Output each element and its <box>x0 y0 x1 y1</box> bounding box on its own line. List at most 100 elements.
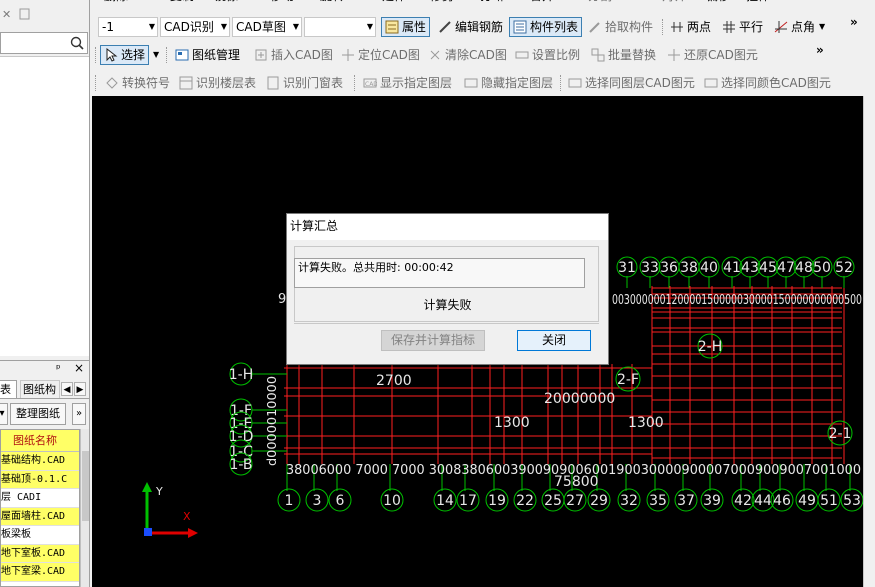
search-icon[interactable] <box>69 35 85 51</box>
drawing-management-label: 图纸管理 <box>192 48 241 62</box>
edit-command-button[interactable]: 修剪 <box>430 0 454 3</box>
parallel-button[interactable]: 平行 <box>722 17 763 37</box>
close-icon[interactable]: ✕ <box>2 8 11 21</box>
locate-cad-button[interactable]: 定位CAD图 <box>341 45 420 65</box>
edit-command-button[interactable]: 偏移 <box>706 0 730 3</box>
expand-icon[interactable]: » <box>72 403 86 425</box>
tab-scroll-right-icon[interactable]: ▶ <box>74 382 86 396</box>
edit-command-button[interactable]: 拉伸 <box>746 0 770 3</box>
show-layer-button[interactable]: CAD 显示指定图层 <box>363 73 452 93</box>
ucs-y-label: Y <box>155 485 163 498</box>
draft-combo[interactable]: CAD草图 ▼ <box>232 17 302 37</box>
drawing-list: 图纸名称 基础结构.CAD 基础顶-0.1.C 层 CADI 屋面墙柱.CAD 板梁板地… <box>0 429 80 587</box>
drawing-list-header[interactable]: 图纸名称 <box>1 430 79 452</box>
edit-command-button[interactable]: 旋转 <box>320 0 344 3</box>
toolbar-row-identify: 转换符号 识别楼层表 识别门窗表 CAD 显示指定图层 隐藏指定图层 选择同图层… <box>92 70 875 96</box>
floor-combo[interactable]: -1 ▼ <box>98 17 158 37</box>
toolbar-separator <box>560 75 561 91</box>
edit-command-button[interactable]: 打断 <box>480 0 504 3</box>
list-item[interactable]: 层 CADI <box>1 489 79 508</box>
more-tools-icon[interactable]: » <box>816 43 824 57</box>
component-combo[interactable]: ▼ <box>304 17 376 37</box>
copy-icon[interactable] <box>19 8 30 20</box>
component-search-input[interactable] <box>0 32 88 54</box>
select-same-color-button[interactable]: 选择同颜色CAD图元 <box>704 73 831 93</box>
edit-command-label: 旋转 <box>320 0 344 3</box>
cad-mode-combo[interactable]: CAD识别 ▼ <box>160 17 230 37</box>
insert-cad-button[interactable]: 插入CAD图 <box>254 45 333 65</box>
close-button[interactable]: 关闭 <box>517 330 591 351</box>
organize-drawings-button[interactable]: 整理图纸 <box>10 403 66 425</box>
more-tools-icon[interactable]: » <box>850 15 858 29</box>
close-icon[interactable]: × <box>74 361 84 375</box>
hide-layer-button[interactable]: 隐藏指定图层 <box>464 73 553 93</box>
top-axis-label: 47 <box>777 260 795 276</box>
right-axis-label: 2-1 <box>829 426 852 442</box>
list-item[interactable]: 基础顶-0.1.C <box>1 470 79 489</box>
chevron-down-icon[interactable]: ▼ <box>819 17 825 37</box>
component-tree[interactable] <box>0 56 89 356</box>
bottom-axis-label: 53 <box>843 493 861 509</box>
drawing-management-button[interactable]: 图纸管理 <box>175 45 240 65</box>
dialog-message: 计算失败。总共用时: 00:00:42 <box>294 258 585 288</box>
toolbar-row-cad: 选择 ▼ 图纸管理 插入CAD图 定位CAD图 清除CAD图 设置比例 批量替换… <box>92 42 875 68</box>
tab-scroll-left-icon[interactable]: ◀ <box>61 382 73 396</box>
toolbar-row-main: -1 ▼ CAD识别 ▼ CAD草图 ▼ ▼ 属性 编辑钢筋 构件列表 拾取构件 <box>92 14 875 40</box>
chevron-down-icon[interactable]: ▼ <box>153 45 159 65</box>
point-angle-button[interactable]: 点角 ▼ <box>774 17 825 37</box>
convert-symbol-button[interactable]: 转换符号 <box>105 73 170 93</box>
list-item[interactable]: 地下室梁.CAD <box>1 563 79 582</box>
list-item[interactable]: 基础结构.CAD <box>1 452 79 471</box>
edit-command-button[interactable]: 延伸 <box>382 0 406 3</box>
edit-command-button[interactable]: 复制 <box>170 0 194 3</box>
bottom-axis-label: 29 <box>590 493 608 509</box>
app-window: ✕ ᵖ × 表 图纸构 ◀ ▶ ▾ 整理图纸 » 图纸名称 基础结构.CAD 基… <box>0 0 875 587</box>
edit-command-button[interactable]: 移动 <box>270 0 294 3</box>
component-list-button[interactable]: 构件列表 <box>509 17 583 37</box>
bottom-axis-label: 25 <box>544 493 562 509</box>
restore-cad-button[interactable]: 还原CAD图元 <box>667 45 758 65</box>
save-and-calculate-button[interactable]: 保存并计算指标 <box>381 330 485 351</box>
identify-door-window-table-button[interactable]: 识别门窗表 <box>266 73 343 93</box>
draft-value: CAD草图 <box>236 20 286 34</box>
identify-floor-table-button[interactable]: 识别楼层表 <box>179 73 256 93</box>
select-same-layer-button[interactable]: 选择同图层CAD图元 <box>568 73 695 93</box>
top-axis-label: 38 <box>680 260 698 276</box>
dropdown-button[interactable]: ▾ <box>0 403 8 425</box>
list-item[interactable]: 地下室板.CAD <box>1 544 79 563</box>
edit-command-button[interactable]: 镜像 <box>214 0 238 3</box>
drawing-list-scrollbar[interactable] <box>80 429 89 587</box>
toolbar-grip <box>95 47 96 63</box>
component-list-label: 构件列表 <box>530 20 579 34</box>
edit-command-button[interactable]: 分割 <box>588 0 612 3</box>
pin-icon[interactable]: ᵖ <box>56 362 61 375</box>
point-angle-icon <box>774 20 788 34</box>
batch-replace-button[interactable]: 批量替换 <box>591 45 656 65</box>
two-points-button[interactable]: 两点 <box>670 17 711 37</box>
edit-rebar-label: 编辑钢筋 <box>455 20 504 34</box>
bottom-axis-label: 1 <box>285 493 294 509</box>
insert-cad-label: 插入CAD图 <box>271 48 333 62</box>
edit-rebar-button[interactable]: 编辑钢筋 <box>438 17 503 37</box>
drawing-panel-toolbar: ▾ 整理图纸 » <box>0 401 89 427</box>
tab-table[interactable]: 表 <box>0 380 17 398</box>
edit-command-button[interactable]: 对齐 <box>662 0 686 3</box>
list-item[interactable]: 板梁板 <box>1 526 79 545</box>
select-button[interactable]: 选择 <box>100 45 150 65</box>
ucs-icon: Y X <box>142 482 198 538</box>
edit-command-label: 复制 <box>170 0 194 3</box>
edit-command-button[interactable]: 合并 <box>530 0 554 3</box>
canvas-vertical-scrollbar[interactable] <box>863 96 875 587</box>
clear-cad-button[interactable]: 清除CAD图 <box>428 45 507 65</box>
scrollbar-thumb[interactable] <box>82 451 89 521</box>
bottom-axis-label: 44 <box>754 493 772 509</box>
tab-drawing-files[interactable]: 图纸构 <box>20 380 60 398</box>
list-item[interactable]: 屋面墙柱.CAD <box>1 507 79 526</box>
left-axis-label: 1-H <box>229 367 254 383</box>
pick-component-button[interactable]: 拾取构件 <box>588 17 653 37</box>
bottom-axis-label: 42 <box>734 493 752 509</box>
properties-button[interactable]: 属性 <box>381 17 431 37</box>
pencil-icon <box>438 20 452 34</box>
edit-command-button[interactable]: 删除 <box>104 0 128 3</box>
set-scale-button[interactable]: 设置比例 <box>515 45 580 65</box>
